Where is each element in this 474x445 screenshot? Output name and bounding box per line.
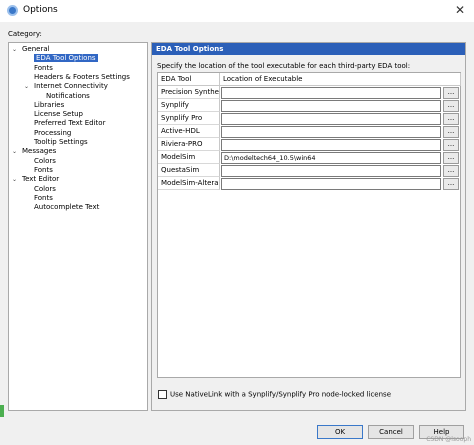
tree-item[interactable]: EDA Tool Options xyxy=(34,54,98,63)
tree-item-label: License Setup xyxy=(34,110,83,119)
tool-location-input[interactable] xyxy=(221,178,441,190)
tree-item[interactable]: License Setup xyxy=(34,110,83,119)
column-header-eda-tool: EDA Tool xyxy=(158,73,220,86)
tree-toggle-icon[interactable]: ⌄ xyxy=(24,82,29,91)
panel-header: EDA Tool Options xyxy=(152,43,465,55)
browse-button[interactable]: ... xyxy=(443,113,459,125)
tool-location-input[interactable] xyxy=(221,165,441,177)
app-icon xyxy=(7,5,18,16)
tree-item-label: Libraries xyxy=(34,100,65,109)
column-header-location: Location of Executable xyxy=(220,73,461,86)
ok-button[interactable]: OK xyxy=(317,425,363,439)
tree-item-label: Fonts xyxy=(34,63,53,72)
nativelink-checkbox-row[interactable]: Use NativeLink with a Synplify/Synplify … xyxy=(158,390,391,402)
tree-item[interactable]: Preferred Text Editor xyxy=(34,119,105,128)
tool-location-input[interactable] xyxy=(221,126,441,138)
panel-description: Specify the location of the tool executa… xyxy=(157,62,411,70)
tree-item[interactable]: Processing xyxy=(34,129,71,138)
cancel-button[interactable]: Cancel xyxy=(368,425,414,439)
browse-button[interactable]: ... xyxy=(443,139,459,151)
close-icon[interactable]: ✕ xyxy=(455,3,465,17)
browse-button[interactable]: ... xyxy=(443,100,459,112)
tree-item-label: Text Editor xyxy=(22,175,60,184)
eda-tool-name: Riviera-PRO xyxy=(158,138,220,151)
eda-tool-options-panel: EDA Tool Options Specify the location of… xyxy=(151,42,466,411)
tree-item[interactable]: Text Editor xyxy=(22,175,59,184)
title-bar: Options ✕ xyxy=(0,0,474,22)
browse-button[interactable]: ... xyxy=(443,87,459,99)
tree-item-label: Internet Connectivity xyxy=(34,82,108,91)
tree-toggle-icon[interactable]: ⌄ xyxy=(12,45,17,54)
eda-tool-name: Precision Synthesis xyxy=(158,86,220,99)
tree-item-label: Colors xyxy=(34,156,56,165)
tree-item[interactable]: Headers & Footers Settings xyxy=(34,73,130,82)
eda-tool-table: EDA Tool Location of Executable Precisio… xyxy=(157,72,461,378)
tree-item-label: Tooltip Settings xyxy=(34,138,88,146)
tree-item[interactable]: Libraries xyxy=(34,101,64,110)
tree-item[interactable]: Autocomplete Text xyxy=(34,203,99,212)
tree-item-label: Fonts xyxy=(34,193,53,202)
tree-item-label: Colors xyxy=(34,184,56,193)
tree-item[interactable]: Fonts xyxy=(34,64,53,73)
tree-item[interactable]: Messages xyxy=(22,147,56,156)
tree-item[interactable]: Fonts xyxy=(34,194,53,203)
tree-item-label: Fonts xyxy=(34,165,53,174)
eda-tool-name: Synplify xyxy=(158,99,220,112)
tool-location-input[interactable] xyxy=(221,87,441,99)
eda-tool-name: Synplify Pro xyxy=(158,112,220,125)
tree-item-label: General xyxy=(22,45,50,53)
eda-tool-name: Active-HDL xyxy=(158,125,220,138)
tree-item-label: Headers & Footers Settings xyxy=(34,72,130,81)
tree-item[interactable]: Tooltip Settings xyxy=(34,138,88,147)
tree-toggle-icon[interactable]: ⌄ xyxy=(12,147,17,156)
tree-item[interactable]: Internet Connectivity xyxy=(34,82,108,91)
browse-button[interactable]: ... xyxy=(443,126,459,138)
browse-button[interactable]: ... xyxy=(443,178,459,190)
tree-item[interactable]: Colors xyxy=(34,157,56,166)
tree-item[interactable]: Colors xyxy=(34,185,56,194)
tree-toggle-icon[interactable]: ⌄ xyxy=(12,175,17,184)
tool-location-input[interactable] xyxy=(221,113,441,125)
eda-tool-name: QuestaSim xyxy=(158,164,220,177)
eda-tool-name: ModelSim-Altera xyxy=(158,177,220,190)
category-label: Category: xyxy=(8,30,42,38)
tool-location-input[interactable]: D:\modeltech64_10.5\win64 xyxy=(221,152,441,164)
window-edge-strip xyxy=(0,405,4,417)
tree-item-label: Preferred Text Editor xyxy=(34,119,106,128)
tree-item-label: Autocomplete Text xyxy=(34,203,100,212)
window-title: Options xyxy=(23,5,58,15)
browse-button[interactable]: ... xyxy=(443,152,459,164)
tree-item-label: Processing xyxy=(34,128,72,137)
tool-location-input[interactable] xyxy=(221,100,441,112)
tree-item-label: Notifications xyxy=(46,91,90,100)
watermark: CSDN @lsooph xyxy=(426,436,471,443)
nativelink-checkbox[interactable] xyxy=(158,390,167,399)
tree-item[interactable]: Notifications xyxy=(46,92,90,101)
tree-item-label: EDA Tool Options xyxy=(34,54,98,63)
tree-item[interactable]: General xyxy=(22,45,50,54)
browse-button[interactable]: ... xyxy=(443,165,459,177)
tool-location-input[interactable] xyxy=(221,139,441,151)
tree-item-label: Messages xyxy=(22,147,57,156)
eda-tool-name: ModelSim xyxy=(158,151,220,164)
category-tree: ⌄ General EDA Tool Options Fonts Headers & F… xyxy=(8,42,148,411)
tree-item[interactable]: Fonts xyxy=(34,166,53,175)
nativelink-checkbox-label: Use NativeLink with a Synplify/Synplify … xyxy=(170,390,391,399)
